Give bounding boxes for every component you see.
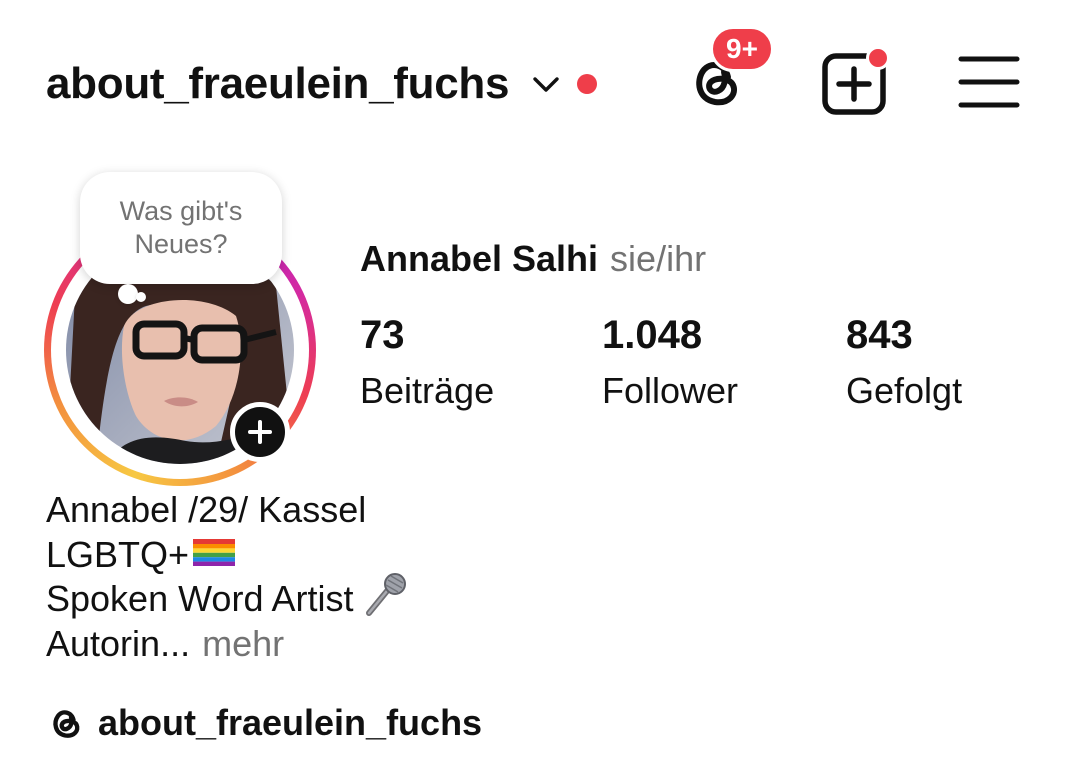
menu-button[interactable] (958, 54, 1020, 110)
stat-followers-count: 1.048 (602, 313, 703, 357)
plus-icon (248, 420, 272, 444)
bio-line: Annabel /29/ Kassel (46, 489, 367, 530)
stat-followers[interactable]: 1.048 Follower (602, 312, 738, 412)
microphone-icon (363, 571, 409, 628)
stat-posts-label: Beiträge (360, 370, 495, 411)
bio-line: Autorin... mehr (46, 622, 409, 667)
stat-posts-count: 73 (360, 313, 405, 357)
bio-line: Spoken Word Artist (46, 573, 409, 622)
bio-line-text: Spoken Word Artist (46, 578, 354, 619)
note-bubble-tail-small (136, 292, 146, 302)
rainbow-flag-icon (191, 533, 237, 578)
bio-line: LGBTQ+ (46, 533, 409, 578)
bio: Annabel /29/ Kassel LGBTQ+ Spoken Word A… (46, 488, 409, 666)
username-title: about_fraeulein_fuchs (46, 59, 510, 108)
add-story-button[interactable] (230, 402, 290, 462)
stat-following-label: Gefolgt (846, 370, 963, 411)
pronouns: sie/ihr (610, 238, 707, 279)
account-switcher[interactable]: about_fraeulein_fuchs (46, 52, 598, 116)
threads-link-username: about_fraeulein_fuchs (98, 702, 483, 743)
hamburger-menu-icon (958, 56, 1020, 108)
full-name: Annabel Salhi (360, 238, 599, 279)
stat-following[interactable]: 843 Gefolgt (846, 312, 962, 412)
note-bubble[interactable]: Was gibt's Neues? (80, 172, 282, 284)
chevron-down-icon (531, 69, 561, 99)
notification-count-badge: 9+ (710, 26, 774, 72)
unread-dot (577, 74, 598, 94)
profile-name-row: Annabel Salhi sie/ihr (360, 238, 706, 280)
new-content-dot (866, 46, 890, 70)
note-bubble-tail (118, 284, 138, 304)
stat-following-count: 843 (846, 313, 913, 357)
threads-profile-link[interactable]: about_fraeulein_fuchs (46, 700, 482, 746)
threads-icon (53, 710, 80, 738)
stat-posts[interactable]: 73 Beiträge (360, 312, 494, 412)
stat-followers-label: Follower (602, 370, 739, 411)
bio-line-text: LGBTQ+ (46, 533, 190, 575)
bio-line-text: Autorin... (46, 622, 191, 664)
bio-more-link[interactable]: mehr (202, 622, 284, 667)
note-text: Was gibt's Neues? (119, 196, 243, 259)
